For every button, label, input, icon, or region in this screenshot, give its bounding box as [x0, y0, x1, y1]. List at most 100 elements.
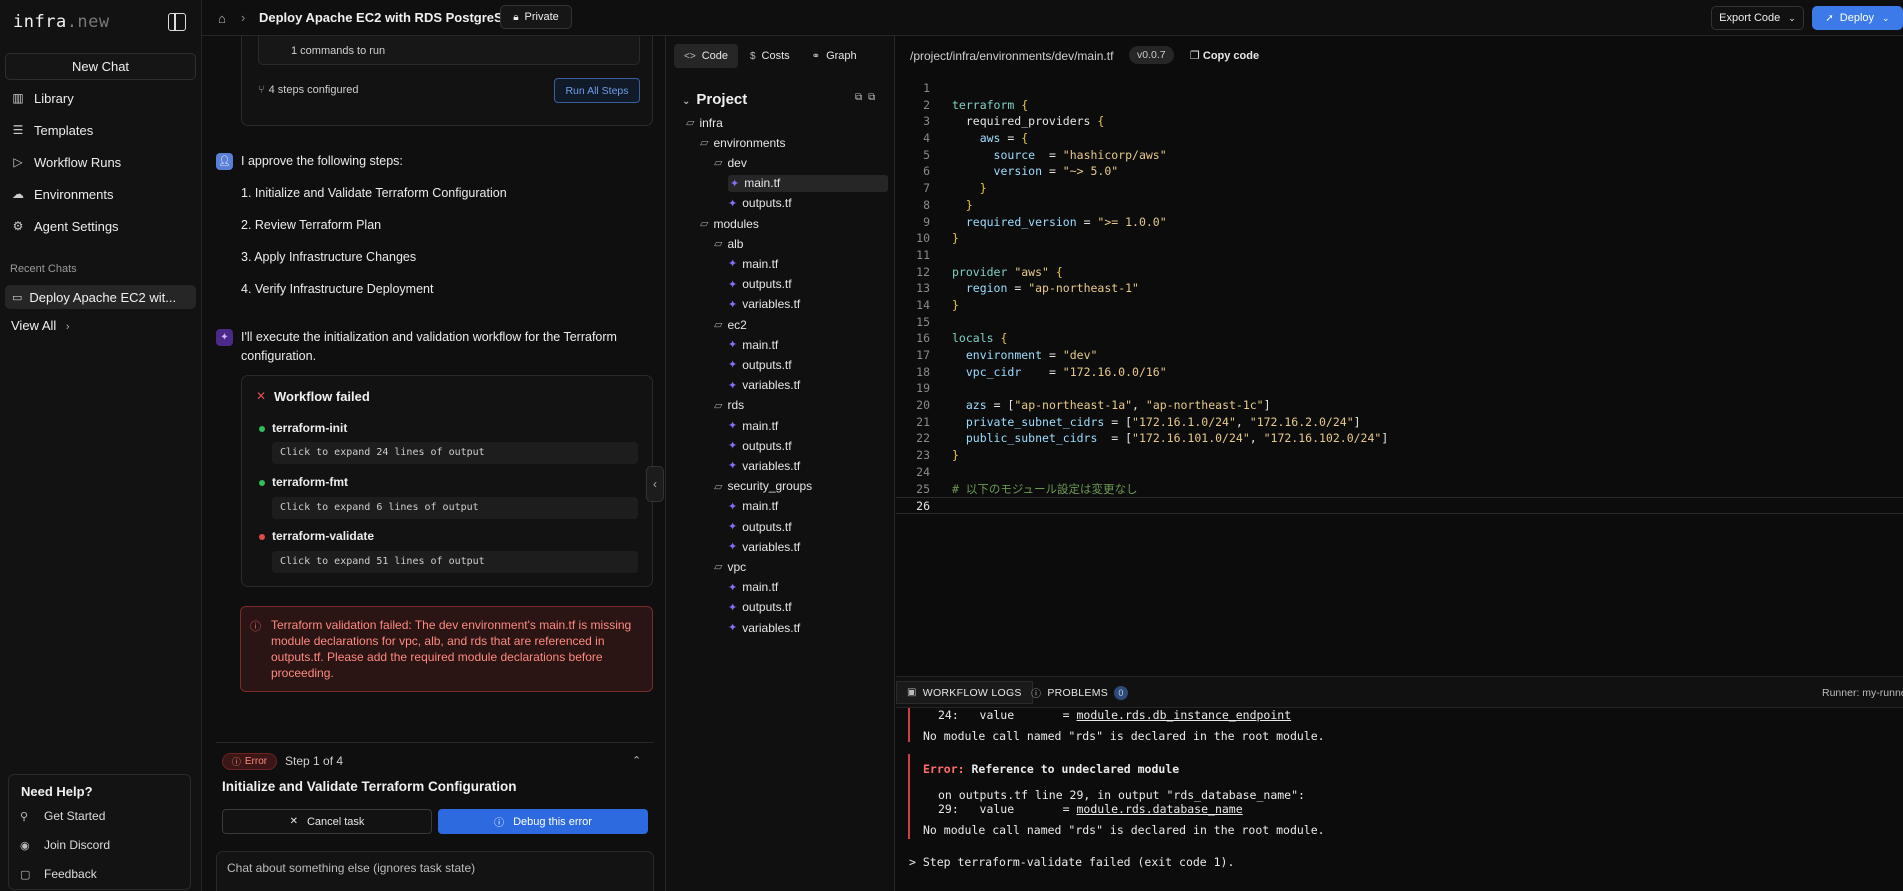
code-line: 20 azs = ["ap-northeast-1a", "ap-northea… [896, 397, 1903, 414]
new-chat-button[interactable]: New Chat [5, 53, 196, 80]
workflow-step-name: terraform-fmt [272, 475, 349, 489]
tree-folder[interactable]: ▱ vpc [714, 558, 746, 575]
terraform-icon: ✦ [728, 601, 738, 614]
tab-label: Code [701, 50, 728, 62]
tree-file[interactable]: ✦ outputs.tf [728, 356, 792, 373]
code-line: 26 [896, 497, 1903, 514]
tree-file[interactable]: ✦ variables.tf [728, 619, 800, 636]
tab-graph[interactable]: ⚭ Graph [802, 44, 867, 68]
debug-error-button[interactable]: ⓘ Debug this error [438, 809, 648, 834]
join-discord-link[interactable]: ◉ Join Discord [20, 838, 110, 852]
tree-file[interactable]: ✦ main.tf [728, 417, 778, 434]
tree-folder[interactable]: ▱ environments [700, 134, 786, 151]
terraform-icon: ✦ [728, 197, 738, 210]
run-all-steps-button[interactable]: Run All Steps [554, 78, 640, 103]
tab-workflow-logs[interactable]: ▣ WORKFLOW LOGS [896, 681, 1033, 704]
line-number: 15 [916, 314, 930, 329]
copy-code-button[interactable]: ❐ Copy code [1190, 49, 1259, 62]
tree-label: environments [713, 135, 786, 150]
sidebar-item-workflow-runs[interactable]: ▷ Workflow Runs [0, 150, 202, 174]
chevron-down-icon: ⌄ [1882, 12, 1890, 23]
sidebar-item-environments[interactable]: ☁ Environments [0, 182, 202, 206]
workflow-card-top: 1 commands to run ⑂ 4 steps configured Ru… [241, 36, 653, 126]
tree-file[interactable]: ✦ main.tf [728, 255, 778, 272]
tree-folder[interactable]: ▱ infra [686, 114, 723, 131]
workflow-step-name: terraform-validate [272, 529, 375, 543]
tree-label: main.tf [742, 337, 779, 352]
tree-folder[interactable]: ▱ security_groups [714, 478, 812, 495]
sidebar-item-library[interactable]: ▥ Library [0, 86, 202, 110]
cancel-task-button[interactable]: ✕ Cancel task [222, 809, 432, 834]
tree-file[interactable]: ✦ variables.tf [728, 377, 800, 394]
home-icon[interactable]: ⌂ [218, 11, 226, 26]
tree-folder[interactable]: ▱ dev [714, 154, 747, 171]
tree-file[interactable]: ✦ outputs.tf [728, 276, 792, 293]
expand-output-button[interactable]: Click to expand 6 lines of output [272, 497, 638, 519]
tree-file[interactable]: ✦ outputs.tf [728, 518, 792, 535]
chat-bubble-icon: ▭ [12, 291, 23, 304]
tree-folder[interactable]: ▱ ec2 [714, 316, 747, 333]
tree-file[interactable]: ✦ main.tf [728, 336, 778, 353]
toggle-sidebar-icon[interactable] [168, 13, 186, 31]
steps-configured: ⑂ 4 steps configured [258, 84, 359, 96]
expand-all-icon[interactable]: ⧉ [868, 92, 881, 103]
tree-folder[interactable]: ▱ rds [714, 397, 744, 414]
tab-code[interactable]: <> Code [674, 44, 738, 68]
sidebar-item-templates[interactable]: ☰ Templates [0, 118, 202, 142]
log-text: 29: value = [938, 802, 1077, 816]
tab-label: PROBLEMS [1047, 686, 1109, 699]
tab-costs[interactable]: $ Costs [740, 44, 800, 68]
cloud-icon: ☁ [12, 187, 24, 201]
log-output[interactable]: 24: value = module.rds.db_instance_endpo… [896, 708, 1903, 891]
sidebar-item-agent-settings[interactable]: ⚙ Agent Settings [0, 214, 202, 238]
brand-logo[interactable]: infra.new [13, 12, 110, 32]
export-code-button[interactable]: Export Code ⌄ [1711, 6, 1804, 30]
error-alert: ⓘ Terraform validation failed: The dev e… [240, 606, 653, 692]
log-line: on outputs.tf line 29, in output "rds_da… [938, 788, 1305, 802]
log-line: No module call named "rds" is declared i… [923, 729, 1325, 743]
line-number: 25 [916, 481, 930, 496]
tab-problems[interactable]: ⓘ PROBLEMS 0 [1021, 681, 1138, 704]
tree-file[interactable]: ✦ outputs.tf [728, 195, 792, 212]
terraform-icon: ✦ [728, 581, 738, 594]
chevron-up-icon[interactable]: ⌃ [632, 754, 641, 767]
brand-main: infra [13, 12, 67, 32]
line-number: 26 [916, 499, 930, 514]
tree-file[interactable]: ✦ main.tf [728, 579, 778, 596]
project-heading[interactable]: ⌄ Project [682, 91, 747, 108]
expand-output-button[interactable]: Click to expand 51 lines of output [272, 551, 638, 573]
private-toggle-button[interactable]: 🔒︎ Private [500, 5, 572, 29]
chat-input[interactable]: Chat about something else (ignores task … [216, 851, 654, 891]
page-title: Deploy Apache EC2 with RDS PostgreSQL [259, 10, 521, 25]
tree-folder[interactable]: ▱ alb [714, 235, 743, 252]
version-badge: v0.0.7 [1129, 46, 1174, 64]
terraform-icon: ✦ [728, 258, 738, 271]
commands-count: 1 commands to run [291, 45, 386, 57]
tree-file[interactable]: ✦ variables.tf [728, 538, 800, 555]
expand-output-button[interactable]: Click to expand 24 lines of output [272, 442, 638, 464]
tree-file[interactable]: ✦ outputs.tf [728, 437, 792, 454]
collapse-chat-button[interactable]: ‹ [646, 466, 664, 502]
collapse-all-icon[interactable]: ⧉ [855, 92, 868, 103]
tree-file[interactable]: ✦ variables.tf [728, 296, 800, 313]
code-line: 16 locals { [896, 330, 1903, 347]
tree-file[interactable]: ✦ outputs.tf [728, 599, 792, 616]
view-all-link[interactable]: View All › [11, 318, 70, 333]
feedback-link[interactable]: ▢ Feedback [20, 867, 97, 881]
tree-file[interactable]: ✦ variables.tf [728, 457, 800, 474]
recent-chat-item[interactable]: ▭ Deploy Apache EC2 wit... [5, 285, 196, 309]
tree-file[interactable]: ✦ main.tf [728, 174, 888, 192]
copy-icon: ❐ [1190, 50, 1200, 62]
tree-file[interactable]: ✦ main.tf [728, 498, 778, 515]
code-line: 11 [896, 247, 1903, 264]
tree-folder[interactable]: ▱ modules [700, 215, 759, 232]
get-started-link[interactable]: ⚲ Get Started [20, 809, 105, 823]
help-item-label: Get Started [44, 809, 106, 823]
deploy-button[interactable]: ➚ Deploy ⌄ [1812, 6, 1903, 30]
code-line: 21 private_subnet_cidrs = ["172.16.1.0/2… [896, 414, 1903, 431]
help-item-label: Join Discord [44, 838, 111, 852]
file-tree-panel: <> Code $ Costs ⚭ Graph ⌄ Project ⧉⧉ ▱ infra ▱… [665, 36, 895, 891]
message-icon: ▢ [20, 868, 31, 881]
code-lines[interactable]: 1 2 terraform {3 required_providers {4 aws… [896, 80, 1903, 514]
code-line: 12 provider "aws" { [896, 264, 1903, 281]
